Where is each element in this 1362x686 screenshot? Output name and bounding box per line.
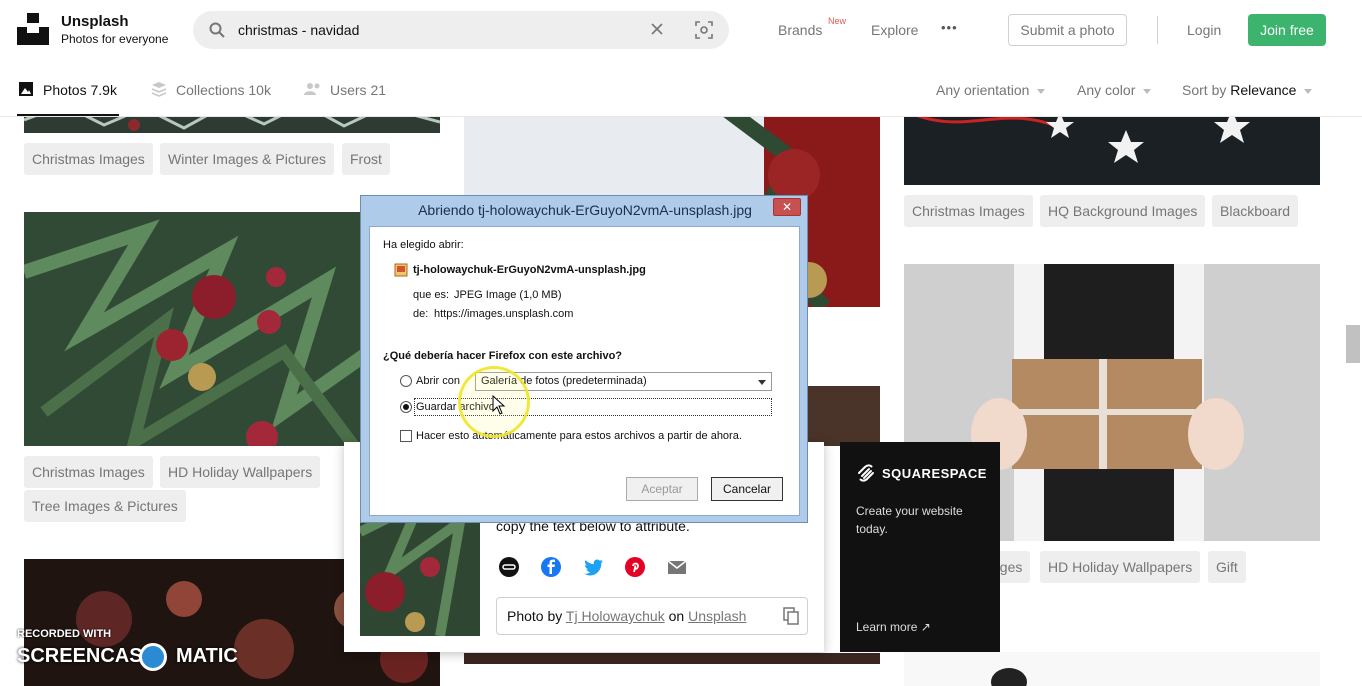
tag-chip[interactable]: Winter Images & Pictures [160,143,334,175]
search-bar[interactable]: christmas - navidad [193,11,729,49]
watermark-logo-icon [139,643,167,671]
dialog-close-button[interactable]: ✕ [773,198,801,216]
save-file-radio[interactable] [400,401,412,413]
dialog-title: Abriendo tj-holowaychuk-ErGuyoN2vmA-unsp… [418,202,752,218]
auto-action-label[interactable]: Hacer esto automáticamente para estos ar… [416,430,742,442]
search-tabs-bar: Photos 7.9k Collections 10k Users 21 Any… [0,62,1362,117]
jpeg-file-icon [394,263,408,277]
clear-search-icon[interactable] [650,22,664,36]
tag-chip[interactable]: Blackboard [1212,195,1299,227]
tag-chip[interactable]: Christmas Images [24,143,153,175]
file-source-value: https://images.unsplash.com [434,308,574,320]
squarespace-logo-icon [858,464,874,482]
dialog-body: Ha elegido abrir: tj-holowaychuk-ErGuyoN… [369,226,800,516]
dialog-question: ¿Qué debería hacer Firefox con este arch… [383,350,623,362]
tag-chip[interactable]: HQ Background Images [1040,195,1206,227]
dialog-filename: tj-holowaychuk-ErGuyoN2vmA-unsplash.jpg [413,264,646,276]
link-icon[interactable] [498,556,520,578]
tag-chip[interactable]: Christmas Images [24,456,153,488]
orientation-filter[interactable]: Any orientation [936,82,1046,98]
credit-on: on [664,608,689,624]
unsplash-logo-icon[interactable] [17,13,49,45]
chevron-down-icon [758,380,766,385]
brand-name[interactable]: Unsplash [61,13,129,30]
file-source-label: de: [413,308,429,320]
credit-prefix: Photo by [507,608,566,624]
login-link[interactable]: Login [1187,22,1221,38]
ad-brand-name: SQUARESPACE [882,466,987,481]
facebook-icon[interactable] [540,556,562,578]
submit-photo-button[interactable]: Submit a photo [1008,14,1127,46]
attribution-text-box[interactable]: Photo by Tj Holowaychuk on Unsplash [496,597,808,635]
open-with-radio[interactable] [400,375,412,387]
credit-author-link[interactable]: Tj Holowaychuk [566,608,665,624]
page-scrollbar-thumb[interactable] [1346,325,1360,363]
chevron-down-icon [1143,88,1152,94]
tag-chip[interactable]: HD Holiday Wallpapers [1040,551,1201,583]
sort-value: Relevance [1230,82,1297,98]
visual-search-icon[interactable] [695,21,713,39]
file-type-value: JPEG Image (1,0 MB) [454,289,562,301]
search-input[interactable]: christmas - navidad [238,22,359,38]
tag-chip[interactable]: Christmas Images [904,195,1033,227]
auto-action-checkbox[interactable] [400,430,412,442]
twitter-icon[interactable] [582,556,604,578]
email-icon[interactable] [666,556,688,578]
users-icon [304,83,320,95]
tag-chip[interactable]: Gift [1208,551,1246,583]
chosen-label: Ha elegido abrir: [383,239,464,251]
photo-partial-strip[interactable] [464,652,880,664]
firefox-open-file-dialog: Abriendo tj-holowaychuk-ErGuyoN2vmA-unsp… [360,195,808,523]
site-header: Unsplash Photos for everyone christmas -… [0,0,1362,62]
cancel-button[interactable]: Cancelar [711,477,783,501]
tab-users[interactable]: Users 21 [330,82,386,98]
ad-learn-more-link[interactable]: Learn more ↗ [856,620,931,634]
pinterest-icon[interactable] [624,556,646,578]
credit-site-link[interactable]: Unsplash [688,608,746,624]
color-filter[interactable]: Any color [1077,82,1152,98]
header-divider [1157,16,1158,44]
file-type-label: que es: [413,289,450,301]
brand-tagline: Photos for everyone [61,32,169,46]
color-filter-label: Any color [1077,82,1136,98]
watermark-left: SCREENCAST [17,645,155,667]
tab-collections[interactable]: Collections 10k [176,82,271,98]
watermark-right: MATIC [176,645,238,667]
sort-filter[interactable]: Sort by Relevance [1182,82,1313,98]
orientation-filter-label: Any orientation [936,82,1030,98]
photo-pinecone[interactable] [904,652,1320,686]
new-badge: New [828,16,847,26]
tab-photos[interactable]: Photos 7.9k [43,82,117,98]
tag-chip[interactable]: HD Holiday Wallpapers [160,456,321,488]
sort-prefix: Sort by [1182,82,1231,98]
nav-brands[interactable]: Brands [778,22,822,38]
collections-icon [151,82,167,97]
open-with-label[interactable]: Abrir con [416,375,460,387]
copy-icon[interactable] [783,607,799,625]
active-tab-indicator [17,114,119,116]
mouse-cursor-icon [492,395,506,415]
watermark-caption: RECORDED WITH [17,628,112,640]
more-menu-icon[interactable]: ••• [941,20,958,35]
nav-explore[interactable]: Explore [871,22,918,38]
tag-chip[interactable]: Frost [342,143,390,175]
accept-button[interactable]: Aceptar [626,477,698,501]
search-icon [209,22,225,38]
squarespace-ad[interactable]: SQUARESPACE Create your website today. L… [840,442,1000,652]
chevron-down-icon [1037,88,1046,94]
chevron-down-icon [1304,88,1313,94]
ad-copy: Create your website today. [856,504,963,536]
tag-chip[interactable]: Tree Images & Pictures [24,490,186,522]
join-free-button[interactable]: Join free [1248,14,1326,46]
photos-icon [19,82,33,96]
